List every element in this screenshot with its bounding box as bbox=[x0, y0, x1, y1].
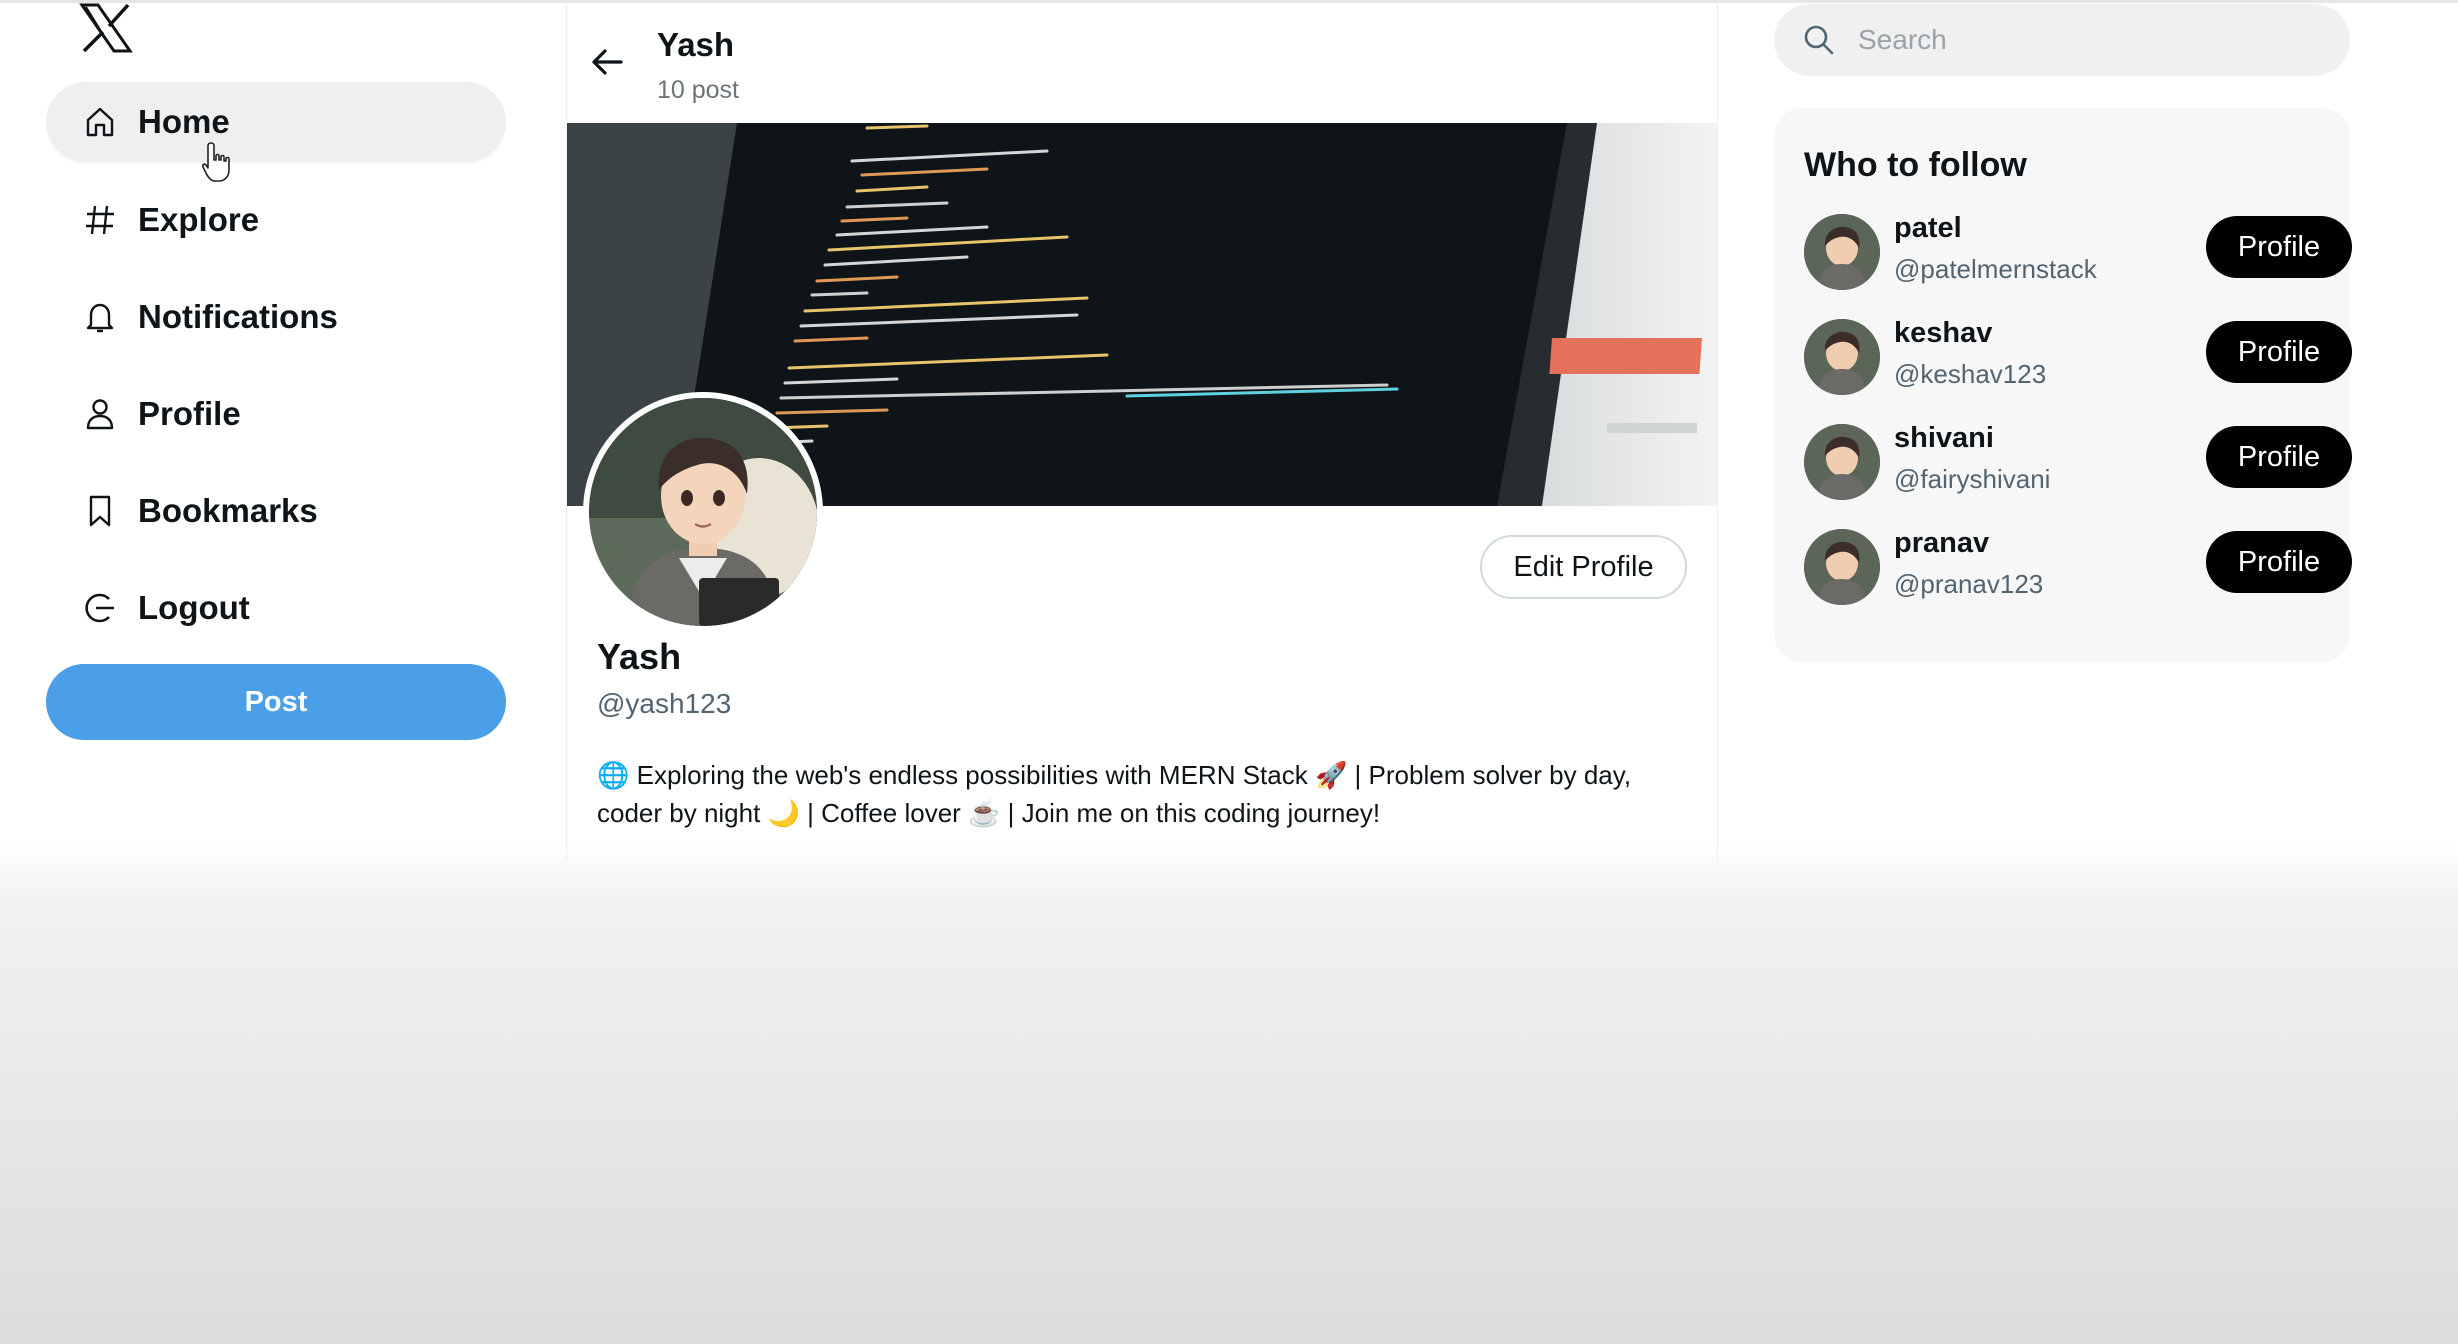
profile-handle: @yash123 bbox=[597, 688, 732, 719]
sidebar-item-home[interactable]: Home bbox=[46, 82, 506, 162]
bookmark-icon bbox=[80, 491, 120, 531]
user-handle: @fairyshivani bbox=[1894, 464, 2051, 494]
avatar[interactable] bbox=[1804, 529, 1880, 605]
sidebar-item-logout[interactable]: Logout bbox=[46, 568, 506, 648]
logout-icon bbox=[80, 588, 120, 628]
sidebar: Home Explore Notifications Profile Bookm… bbox=[0, 0, 540, 860]
list-item: pranav @pranav123 Profile bbox=[1804, 525, 2352, 605]
search-bar[interactable] bbox=[1774, 4, 2350, 76]
sidebar-item-label: Notifications bbox=[138, 298, 338, 335]
sidebar-item-label: Profile bbox=[138, 395, 241, 432]
who-to-follow-title: Who to follow bbox=[1804, 146, 2027, 184]
search-icon bbox=[1804, 25, 1834, 55]
bell-icon bbox=[80, 297, 120, 337]
who-to-follow-panel: Who to follow patel @patelmernstack Prof… bbox=[1774, 108, 2352, 662]
avatar[interactable] bbox=[583, 392, 823, 632]
home-icon bbox=[80, 102, 120, 142]
edit-profile-button[interactable]: Edit Profile bbox=[1480, 535, 1687, 599]
avatar[interactable] bbox=[1804, 424, 1880, 500]
profile-button[interactable]: Profile bbox=[2206, 531, 2352, 593]
profile-bio: 🌐 Exploring the web's endless possibilit… bbox=[597, 756, 1677, 832]
profile-button[interactable]: Profile bbox=[2206, 426, 2352, 488]
sidebar-item-profile[interactable]: Profile bbox=[46, 374, 506, 454]
user-icon bbox=[80, 394, 120, 434]
profile-button[interactable]: Profile bbox=[2206, 216, 2352, 278]
profile-header: Yash 10 post bbox=[567, 0, 1717, 123]
user-name: pranav bbox=[1894, 527, 1990, 559]
user-handle: @pranav123 bbox=[1894, 569, 2044, 599]
bio-line: coder by night 🌙 | Coffee lover ☕ | Join… bbox=[597, 798, 1381, 828]
profile-button[interactable]: Profile bbox=[2206, 321, 2352, 383]
sidebar-item-bookmarks[interactable]: Bookmarks bbox=[46, 471, 506, 551]
post-count: 10 post bbox=[657, 76, 740, 104]
list-item: shivani @fairyshivani Profile bbox=[1804, 420, 2352, 500]
sidebar-item-label: Home bbox=[138, 103, 230, 140]
user-name: keshav bbox=[1894, 317, 1993, 349]
user-name: patel bbox=[1894, 212, 1962, 244]
hash-icon bbox=[80, 200, 120, 240]
bio-line: 🌐 Exploring the web's endless possibilit… bbox=[597, 760, 1632, 790]
sidebar-item-label: Explore bbox=[138, 201, 260, 238]
search-input[interactable] bbox=[1856, 23, 2320, 57]
sidebar-item-label: Logout bbox=[138, 589, 250, 626]
header-title: Yash bbox=[657, 26, 735, 63]
hand-cursor-icon bbox=[200, 140, 234, 184]
profile-column: Yash 10 post Edit Profile Yash @yash123 … bbox=[566, 0, 1718, 860]
list-item: keshav @keshav123 Profile bbox=[1804, 315, 2352, 395]
sidebar-item-label: Bookmarks bbox=[138, 492, 318, 529]
user-name: shivani bbox=[1894, 422, 1994, 454]
profile-name: Yash bbox=[597, 636, 682, 677]
sidebar-item-explore[interactable]: Explore bbox=[46, 180, 506, 260]
post-button[interactable]: Post bbox=[46, 664, 506, 740]
user-handle: @patelmernstack bbox=[1894, 254, 2097, 284]
sidebar-item-notifications[interactable]: Notifications bbox=[46, 277, 506, 357]
avatar[interactable] bbox=[1804, 214, 1880, 290]
user-handle: @keshav123 bbox=[1894, 359, 2047, 389]
back-arrow-icon[interactable] bbox=[587, 42, 627, 82]
list-item: patel @patelmernstack Profile bbox=[1804, 210, 2352, 290]
x-logo-icon[interactable] bbox=[78, 2, 134, 54]
avatar[interactable] bbox=[1804, 319, 1880, 395]
